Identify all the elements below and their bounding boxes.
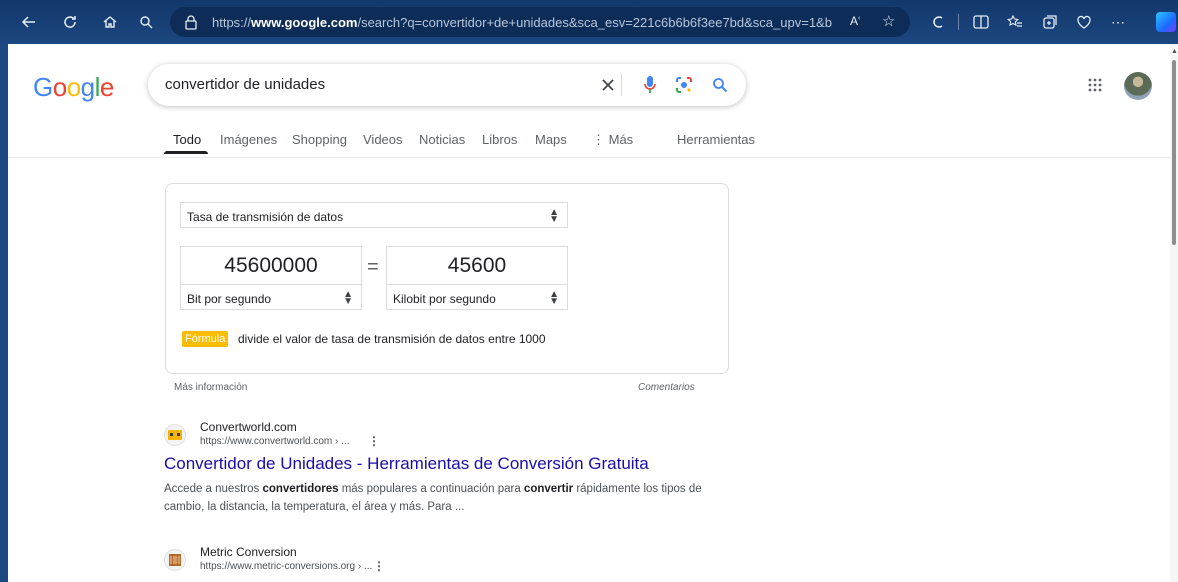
read-aloud-icon[interactable]: A‹ [850, 14, 860, 28]
equals-sign: = [367, 256, 379, 278]
tab-shopping[interactable]: Shopping [292, 132, 347, 147]
clear-icon[interactable] [598, 75, 618, 95]
category-select-value: Tasa de transmisión de datos [187, 210, 344, 224]
select-arrows-icon: ▲ ▼ [343, 289, 353, 307]
convertworld-favicon-icon[interactable] [164, 424, 186, 446]
to-unit-select[interactable]: Kilobit por segundo ▲ ▼ [386, 284, 568, 310]
toolbar-divider [958, 14, 959, 30]
collections-icon[interactable] [1037, 9, 1063, 35]
to-value-input[interactable]: 45600 [386, 246, 568, 284]
url-text[interactable]: https://www.google.com/search?q=converti… [212, 15, 832, 30]
avatar[interactable] [1124, 72, 1152, 100]
window-frame [0, 44, 8, 582]
snippet-keyword: convertidores [262, 483, 339, 495]
metric-conversion-favicon-icon[interactable] [164, 549, 186, 571]
tab-todo[interactable]: Todo [173, 132, 201, 147]
formula-badge: Fórmula [182, 331, 229, 347]
tab-maps[interactable]: Maps [535, 132, 567, 147]
copilot-icon[interactable] [926, 9, 952, 35]
search-divider [621, 74, 622, 96]
more-info-link[interactable]: Más información [174, 382, 247, 393]
split-screen-icon[interactable] [968, 9, 994, 35]
snippet-text: más populares a continuación para [338, 483, 524, 495]
address-bar[interactable]: https://www.google.com/search?q=converti… [170, 7, 910, 37]
scroll-up-icon[interactable]: ▲ [1171, 48, 1178, 55]
search-result: Convertworld.com https://www.convertworl… [164, 420, 724, 520]
back-icon[interactable] [16, 9, 42, 35]
logo-letter: o [52, 72, 67, 102]
select-arrows-icon: ▲ ▼ [549, 207, 559, 225]
comments-link[interactable]: Comentarios [638, 382, 695, 393]
snippet-text: Accede a nuestros [164, 483, 263, 495]
result-url[interactable]: https://www.metric-conversions.org › ... [200, 561, 372, 572]
to-unit-value: Kilobit por segundo [393, 292, 496, 306]
tab-videos[interactable]: Videos [363, 132, 403, 147]
unit-converter-card: Tasa de transmisión de datos ▲ ▼ 45600000… [165, 183, 729, 374]
search-tabs: Todo Imágenes Shopping Videos Noticias L… [0, 132, 1170, 158]
logo-letter: g [80, 72, 95, 102]
more-menu-icon[interactable]: ⋯ [1105, 9, 1131, 35]
tabs-divider [8, 157, 1170, 158]
tab-imagenes[interactable]: Imágenes [220, 132, 277, 147]
snippet-keyword: convertir [523, 483, 574, 495]
refresh-icon[interactable] [57, 9, 83, 35]
search-box[interactable]: convertidor de unidades [148, 64, 746, 106]
formula-text: divide el valor de tasa de transmisión d… [238, 332, 546, 346]
tab-herramientas[interactable]: Herramientas [677, 132, 755, 147]
scrollbar-thumb[interactable] [1172, 60, 1176, 245]
result-options-icon[interactable]: ⋮ [368, 434, 380, 448]
home-icon[interactable] [97, 9, 123, 35]
tab-noticias[interactable]: Noticias [419, 132, 465, 147]
favorite-star-icon[interactable]: ☆ [882, 12, 895, 30]
result-title-link[interactable]: Convertidor de Unidades - Herramientas d… [164, 454, 649, 474]
search-result: Metric Conversion https://www.metric-con… [164, 545, 724, 582]
google-apps-icon[interactable] [1088, 78, 1102, 97]
microphone-icon[interactable] [640, 75, 660, 95]
active-tab-indicator [164, 151, 208, 154]
from-unit-value: Bit por segundo [187, 292, 272, 306]
page-scrollbar[interactable]: ▲ [1170, 44, 1178, 582]
lens-icon[interactable] [674, 75, 694, 95]
lock-icon[interactable] [184, 14, 198, 35]
tab-mas[interactable]: ⋮ Más [592, 132, 633, 148]
browser-essentials-icon[interactable] [1071, 9, 1097, 35]
result-options-icon[interactable]: ⋮ [373, 559, 385, 573]
logo-letter: o [66, 72, 81, 102]
copilot-sidebar-icon[interactable] [1156, 12, 1176, 32]
category-select[interactable]: Tasa de transmisión de datos ▲ ▼ [180, 202, 568, 228]
favorites-icon[interactable] [1002, 9, 1028, 35]
result-site-name[interactable]: Metric Conversion [200, 545, 297, 559]
from-value-input[interactable]: 45600000 [180, 246, 362, 284]
result-snippet: Accede a nuestros convertidores más popu… [164, 480, 704, 516]
from-unit-select[interactable]: Bit por segundo ▲ ▼ [180, 284, 362, 310]
select-arrows-icon: ▲ ▼ [549, 289, 559, 307]
logo-letter: e [99, 72, 114, 102]
google-logo[interactable]: Google [33, 72, 114, 103]
search-input[interactable]: convertidor de unidades [165, 76, 325, 93]
search-icon[interactable] [133, 9, 159, 35]
tab-libros[interactable]: Libros [482, 132, 517, 147]
logo-letter: G [33, 72, 53, 102]
search-submit-icon[interactable] [710, 75, 730, 95]
result-site-name[interactable]: Convertworld.com [200, 420, 297, 434]
result-url[interactable]: https://www.convertworld.com › ... [200, 436, 350, 447]
